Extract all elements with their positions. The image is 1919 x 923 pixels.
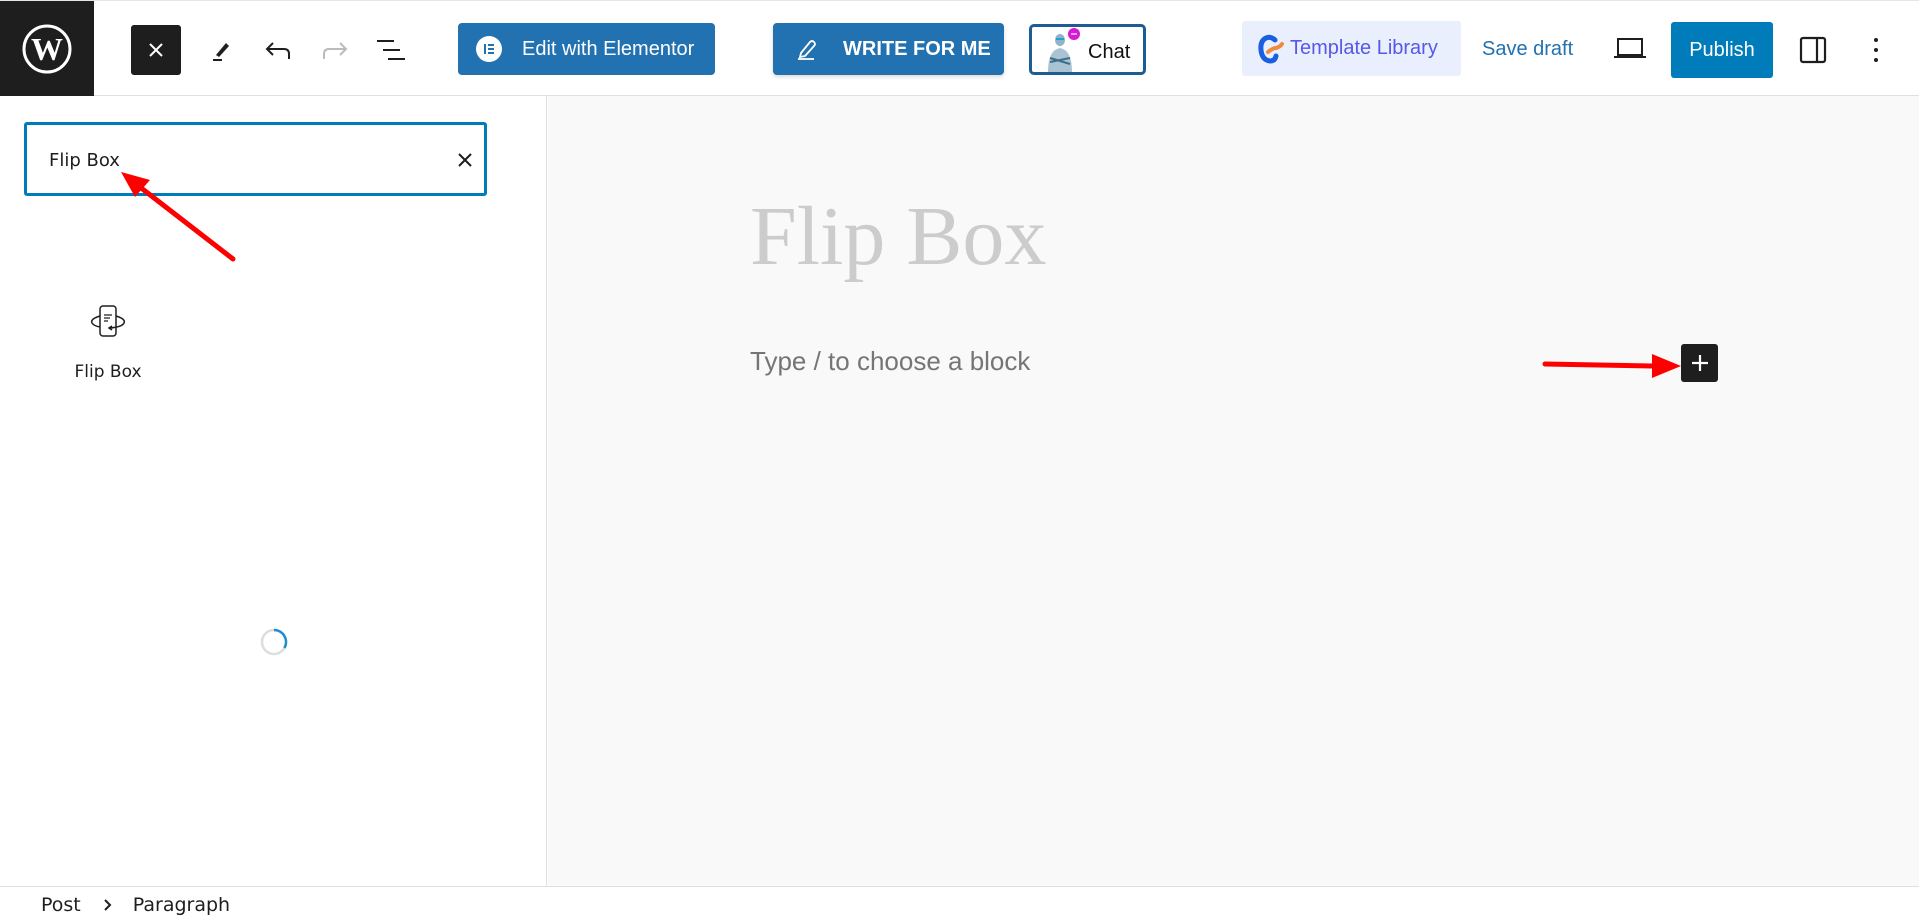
block-search-input[interactable] (49, 145, 429, 175)
chevron-right-icon (103, 898, 113, 912)
block-result-label: Flip Box (74, 362, 142, 382)
block-inserter-panel: Flip Box (0, 96, 547, 886)
preview-device-button[interactable] (1612, 33, 1648, 63)
close-inserter-button[interactable] (131, 25, 181, 75)
close-icon (149, 43, 163, 57)
laptop-icon (1614, 38, 1646, 58)
block-breadcrumb-bar: Post Paragraph (0, 886, 1919, 923)
wordpress-icon: W (22, 24, 72, 74)
paragraph-block-placeholder[interactable]: Type / to choose a block (750, 346, 1030, 377)
pencil-icon (797, 38, 817, 60)
svg-text:W: W (31, 31, 63, 67)
post-title[interactable]: Flip Box (750, 188, 1046, 285)
pen-icon (213, 43, 229, 61)
close-icon (458, 153, 472, 167)
undo-icon (265, 42, 290, 59)
edit-with-elementor-button[interactable]: Edit with Elementor (458, 23, 715, 75)
block-search-box (24, 122, 487, 196)
publish-button[interactable]: Publish (1671, 22, 1773, 78)
template-library-logo-icon (1258, 34, 1284, 64)
flip-box-icon (90, 305, 126, 337)
add-block-button[interactable] (1681, 344, 1718, 382)
redo-icon (323, 42, 348, 59)
chat-button[interactable]: Chat (1029, 24, 1146, 75)
robot-avatar-icon (1048, 27, 1080, 72)
clear-search-button[interactable] (452, 147, 478, 173)
undo-button[interactable] (253, 25, 303, 75)
more-vertical-icon (1874, 38, 1878, 62)
editor-header: W Edit with Elementor WRITE FOR ME Chat … (0, 0, 1919, 97)
redo-button[interactable] (310, 25, 360, 75)
write-for-me-button[interactable]: WRITE FOR ME (773, 23, 1004, 75)
edit-with-elementor-label: Edit with Elementor (522, 37, 695, 60)
breadcrumb-paragraph[interactable]: Paragraph (133, 894, 230, 916)
list-view-button[interactable] (366, 25, 416, 75)
save-draft-button[interactable]: Save draft (1482, 38, 1573, 61)
editor-canvas: Flip Box Type / to choose a block (548, 96, 1919, 886)
settings-sidebar-toggle[interactable] (1797, 34, 1829, 66)
sidebar-icon (1799, 36, 1827, 64)
elementor-icon (476, 36, 502, 62)
plus-icon (1691, 355, 1708, 371)
tools-button[interactable] (196, 25, 246, 75)
options-menu-button[interactable] (1866, 34, 1886, 66)
list-view-icon (377, 40, 405, 60)
template-library-button[interactable]: Template Library (1242, 21, 1461, 76)
block-result-flip-box[interactable]: Flip Box (56, 304, 160, 404)
publish-label: Publish (1689, 38, 1755, 61)
wordpress-logo[interactable]: W (0, 1, 94, 97)
template-library-label: Template Library (1290, 37, 1438, 59)
chat-label: Chat (1088, 41, 1131, 63)
loading-spinner (260, 628, 288, 656)
breadcrumb-post[interactable]: Post (41, 894, 81, 916)
write-for-me-label: WRITE FOR ME (843, 37, 991, 60)
